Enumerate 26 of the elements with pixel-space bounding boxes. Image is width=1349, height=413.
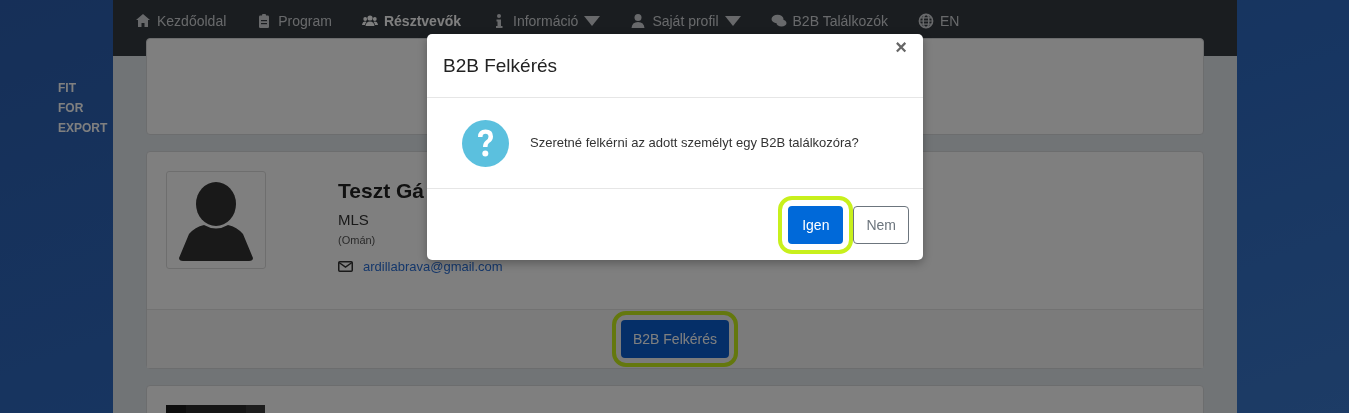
dialog-message: Szeretné felkérni az adott személyt egy B2B találkozóra? — [530, 134, 860, 152]
nav-link[interactable]: B2B Találkozók — [770, 13, 888, 29]
close-button[interactable]: × — [893, 36, 909, 59]
users-icon — [361, 13, 378, 29]
envelope-icon — [338, 261, 353, 272]
nav-link[interactable]: EN — [918, 13, 960, 29]
request-button[interactable]: B2B Felkérés — [620, 320, 729, 358]
no-button[interactable]: Nem — [853, 205, 909, 244]
home-icon — [135, 13, 151, 29]
user-icon — [630, 13, 647, 29]
company-name: MLS — [338, 211, 370, 228]
email-link[interactable]: ardillabrava@gmail.com — [363, 259, 503, 274]
chat-icon — [770, 13, 787, 29]
nav-link[interactable]: Saját profil — [630, 13, 741, 29]
avatar-icon — [166, 171, 266, 269]
nav-link[interactable]: Kezdőoldal — [135, 13, 227, 29]
nav-link[interactable]: Program — [256, 13, 332, 29]
yes-button[interactable]: Igen — [788, 205, 844, 244]
logo-text: FIT FOR EXPORT — [58, 80, 108, 137]
nav-link[interactable]: Résztvevők — [361, 13, 461, 29]
dialog-title: B2B Felkérés — [443, 54, 558, 77]
globe-icon — [918, 13, 934, 29]
nav-link[interactable]: Információ — [491, 13, 601, 29]
country-text: (Omán) — [338, 234, 377, 246]
participant-name: Teszt Gá — [338, 179, 425, 203]
question-icon — [462, 119, 509, 167]
